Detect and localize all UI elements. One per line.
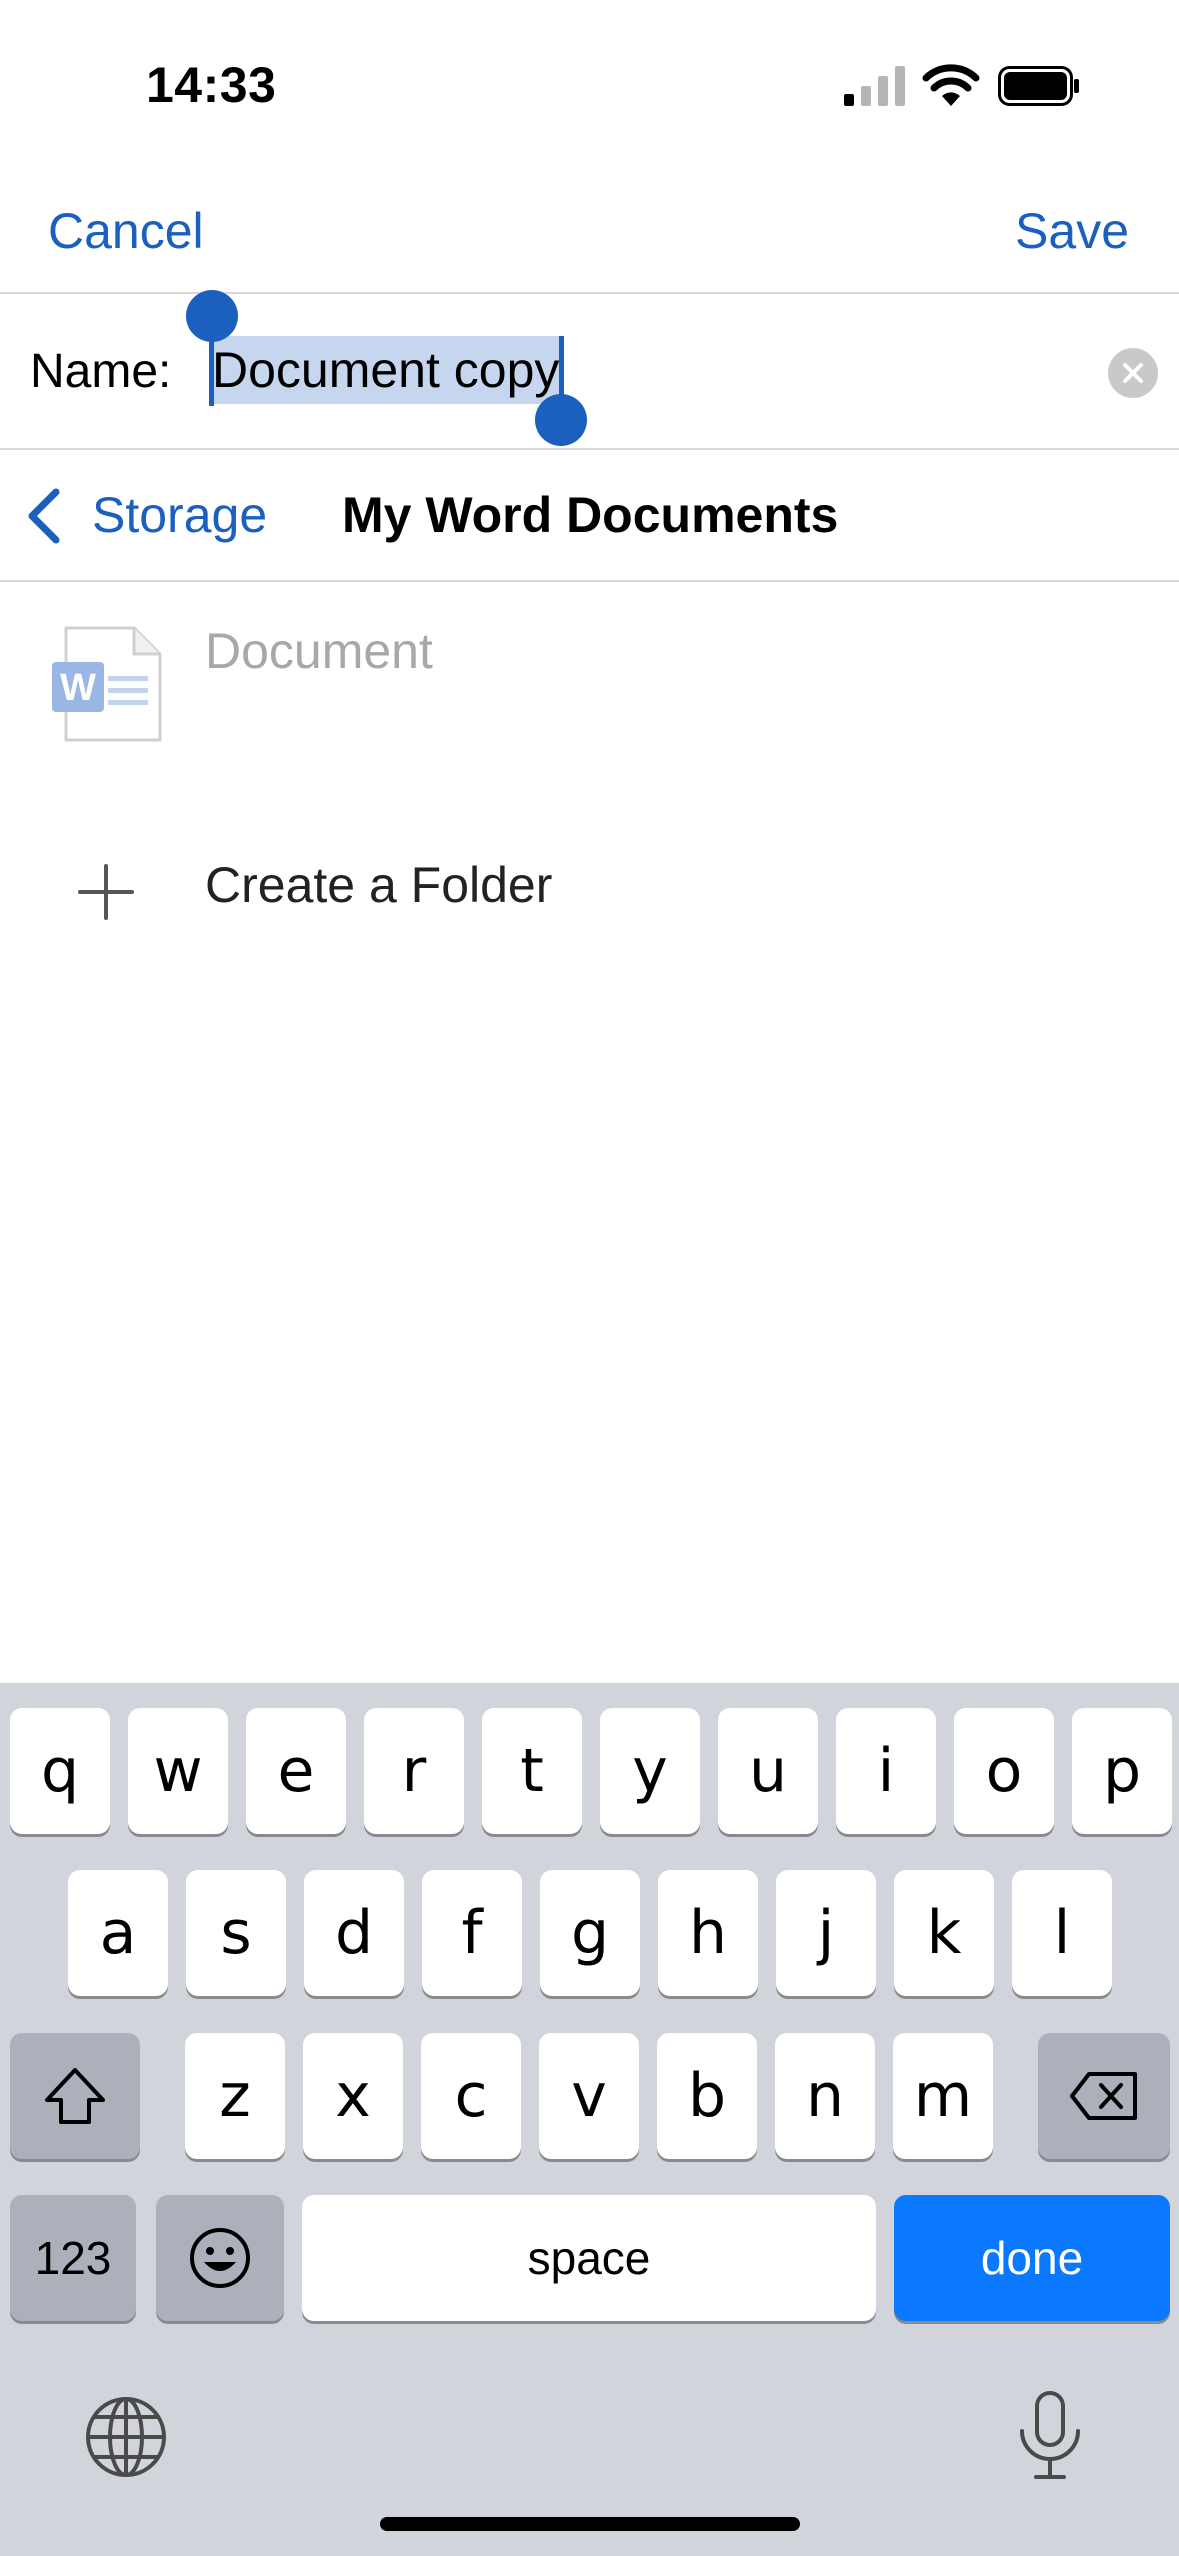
key-h[interactable]: h <box>658 1870 758 1996</box>
key-r[interactable]: r <box>364 1708 464 1834</box>
name-input-value[interactable]: Document copy <box>210 336 562 404</box>
document-name: Document <box>205 623 433 679</box>
key-n[interactable]: n <box>775 2033 875 2159</box>
list-item: W Document <box>0 582 1179 782</box>
cellular-signal-icon <box>844 66 905 106</box>
key-k[interactable]: k <box>894 1870 994 1996</box>
selection-start-caret <box>209 336 214 406</box>
cancel-button[interactable]: Cancel <box>48 202 204 260</box>
name-input[interactable]: Document copy <box>210 332 562 408</box>
wifi-icon <box>922 64 980 106</box>
name-row: Name: Document copy <box>0 290 1179 450</box>
svg-text:W: W <box>60 667 96 709</box>
globe-icon[interactable] <box>84 2395 168 2479</box>
key-u[interactable]: u <box>718 1708 818 1834</box>
key-e[interactable]: e <box>246 1708 346 1834</box>
key-q[interactable]: q <box>10 1708 110 1834</box>
key-p[interactable]: p <box>1072 1708 1172 1834</box>
shift-key[interactable] <box>10 2033 140 2159</box>
done-key[interactable]: done <box>894 2195 1170 2321</box>
key-l[interactable]: l <box>1012 1870 1112 1996</box>
delete-key[interactable] <box>1038 2033 1170 2159</box>
word-document-icon: W <box>52 626 162 742</box>
key-z[interactable]: z <box>185 2033 285 2159</box>
plus-icon <box>78 864 134 920</box>
key-c[interactable]: c <box>421 2033 521 2159</box>
create-folder-button[interactable]: Create a Folder <box>0 820 1179 960</box>
location-bar: Storage My Word Documents <box>0 450 1179 582</box>
key-j[interactable]: j <box>776 1870 876 1996</box>
key-b[interactable]: b <box>657 2033 757 2159</box>
key-s[interactable]: s <box>186 1870 286 1996</box>
key-i[interactable]: i <box>836 1708 936 1834</box>
selection-start-handle[interactable] <box>186 290 238 342</box>
save-as-screen: 14:33 Cancel Save Name: Document copy St… <box>0 0 1179 2556</box>
key-t[interactable]: t <box>482 1708 582 1834</box>
key-m[interactable]: m <box>893 2033 993 2159</box>
key-w[interactable]: w <box>128 1708 228 1834</box>
name-label: Name: <box>30 345 172 398</box>
key-o[interactable]: o <box>954 1708 1054 1834</box>
key-g[interactable]: g <box>540 1870 640 1996</box>
key-a[interactable]: a <box>68 1870 168 1996</box>
key-d[interactable]: d <box>304 1870 404 1996</box>
space-key[interactable]: space <box>302 2195 876 2321</box>
microphone-icon[interactable] <box>1014 2389 1086 2481</box>
key-f[interactable]: f <box>422 1870 522 1996</box>
folder-title: My Word Documents <box>342 487 839 543</box>
backspace-icon <box>1070 2072 1137 2120</box>
shift-icon <box>45 2068 105 2124</box>
back-button[interactable]: Storage <box>92 486 267 544</box>
key-x[interactable]: x <box>303 2033 403 2159</box>
nav-bar: Cancel Save <box>0 170 1179 294</box>
save-button[interactable]: Save <box>1015 202 1129 260</box>
key-v[interactable]: v <box>539 2033 639 2159</box>
home-indicator <box>380 2517 800 2531</box>
close-icon <box>1123 363 1143 383</box>
emoji-key[interactable] <box>156 2195 284 2321</box>
numbers-key[interactable]: 123 <box>10 2195 136 2321</box>
battery-icon <box>998 66 1079 106</box>
clear-text-button[interactable] <box>1108 348 1158 398</box>
chevron-left-icon[interactable] <box>24 488 64 544</box>
create-folder-label: Create a Folder <box>205 857 553 913</box>
status-bar: 14:33 <box>0 0 1179 170</box>
status-time: 14:33 <box>146 57 277 113</box>
key-y[interactable]: y <box>600 1708 700 1834</box>
selection-end-handle[interactable] <box>535 394 588 446</box>
emoji-icon <box>190 2228 250 2288</box>
keyboard: qwertyuiop asdfghjkl zxcvbnm 123 space d… <box>0 1683 1179 2556</box>
